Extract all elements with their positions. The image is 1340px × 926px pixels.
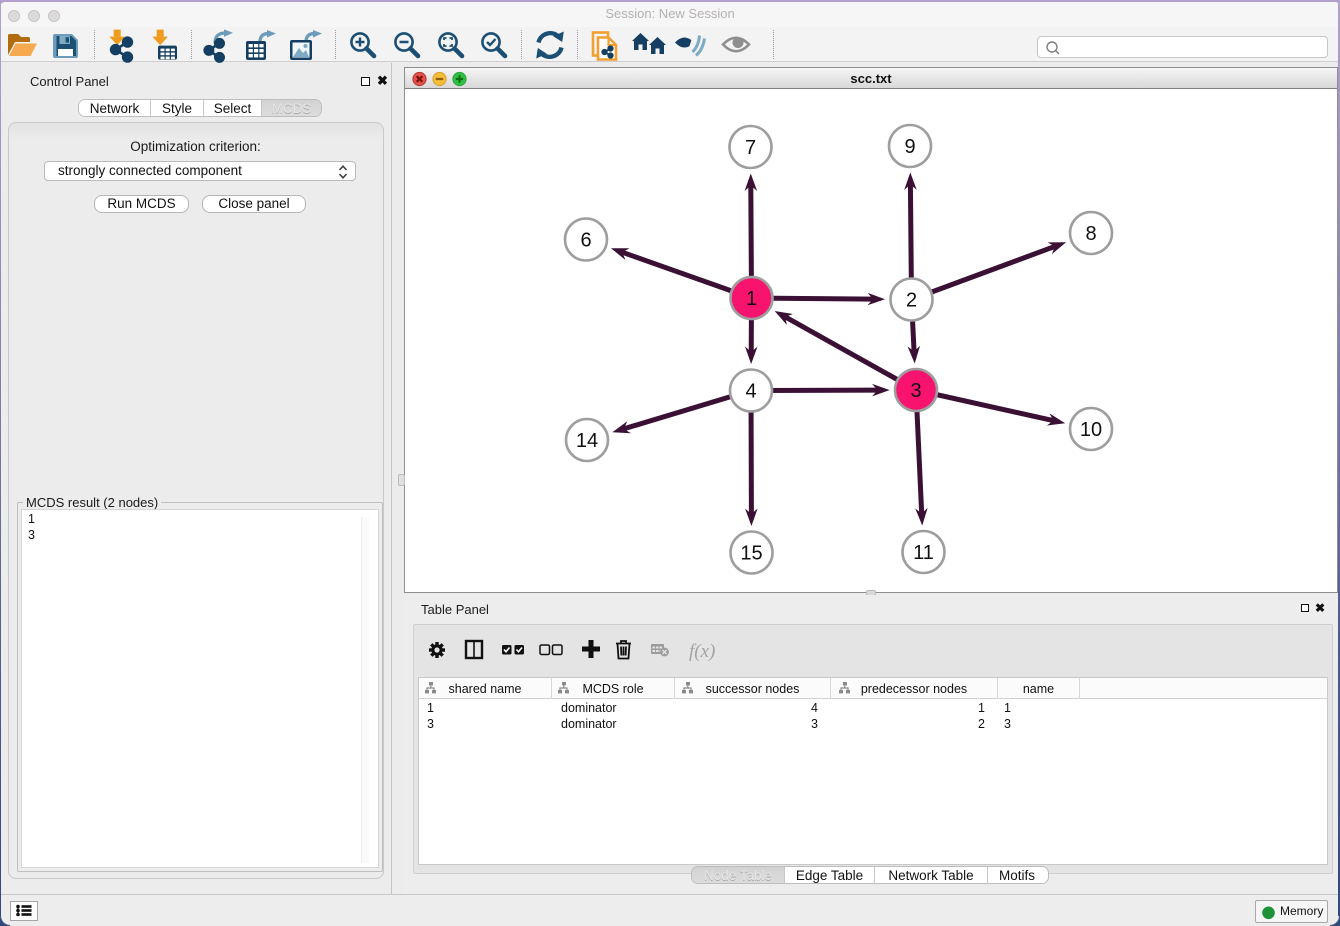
svg-text:f(x): f(x) <box>689 641 715 662</box>
svg-text:2: 2 <box>905 289 916 311</box>
svg-text:1: 1 <box>745 288 756 310</box>
svg-text:4: 4 <box>745 380 756 402</box>
svg-text:15: 15 <box>740 542 762 564</box>
svg-text:10: 10 <box>1079 419 1101 441</box>
svg-text:3: 3 <box>910 380 921 402</box>
svg-text:6: 6 <box>580 229 591 251</box>
svg-text:7: 7 <box>744 137 755 159</box>
svg-text:14: 14 <box>575 430 597 452</box>
svg-text:11: 11 <box>913 542 934 564</box>
svg-text:8: 8 <box>1085 223 1096 245</box>
svg-text:9: 9 <box>904 136 915 158</box>
